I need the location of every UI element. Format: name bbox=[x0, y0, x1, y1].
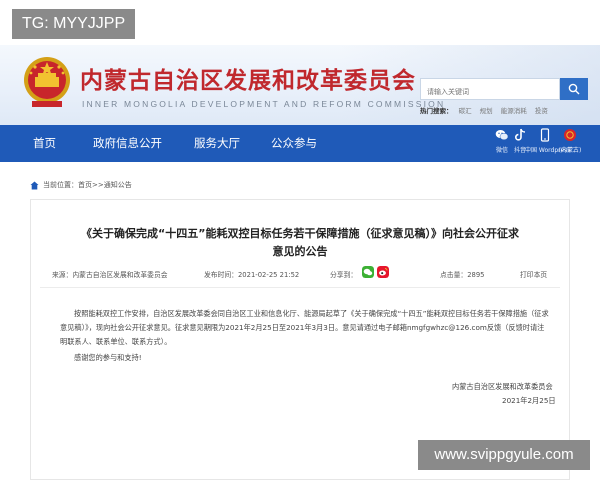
wechat-share-icon[interactable] bbox=[362, 266, 374, 278]
article-title: 《关于确保完成“十四五”能耗双控目标任务若干保障措施（征求意见稿）》向社会公开征… bbox=[30, 225, 570, 261]
views-value: 2895 bbox=[467, 271, 485, 279]
time-label: 发布时间： bbox=[204, 271, 238, 279]
search-field[interactable] bbox=[420, 78, 560, 102]
meta-divider bbox=[40, 287, 560, 288]
meta-time: 发布时间：2021-02-25 21:52 bbox=[204, 269, 299, 279]
nav-item-service-hall[interactable]: 服务大厅 bbox=[194, 125, 240, 162]
party-emblem-icon bbox=[564, 129, 576, 141]
watermark-top: TG: MYYJJPP bbox=[12, 9, 136, 39]
hot-word[interactable]: 规划 bbox=[480, 107, 493, 115]
mobile-icon bbox=[540, 128, 550, 142]
meta-source: 来源：内蒙古自治区发展和改革委员会 bbox=[52, 269, 168, 279]
social-party[interactable]: (内蒙古) bbox=[555, 128, 585, 154]
meta-views: 点击量：2895 bbox=[440, 269, 485, 279]
article-title-line1: 《关于确保完成“十四五”能耗双控目标任务若干保障措施（征求意见稿）》向社会公开征… bbox=[81, 227, 519, 240]
breadcrumb-current[interactable]: 通知公告 bbox=[104, 180, 132, 190]
article-paragraph-1: 按照能耗双控工作安排，自治区发展改革委会同自治区工业和信息化厅、能源局起草了《关… bbox=[60, 309, 549, 346]
hot-word[interactable]: 碳汇 bbox=[459, 107, 472, 115]
search-button[interactable] bbox=[560, 78, 588, 100]
views-label: 点击量： bbox=[440, 271, 468, 279]
nav-item-gov-info[interactable]: 政府信息公开 bbox=[93, 125, 162, 162]
print-link[interactable]: 打印本页 bbox=[520, 269, 547, 279]
watermark-bottom: www.svippgyule.com bbox=[418, 440, 590, 470]
search-icon bbox=[568, 83, 580, 95]
time-value: 2021-02-25 21:52 bbox=[237, 271, 300, 279]
article-paragraph-2: 感谢您的参与和支持! bbox=[74, 353, 142, 362]
source-label: 来源： bbox=[52, 271, 73, 279]
signature-org: 内蒙古自治区发展和改革委员会 bbox=[452, 382, 553, 391]
source-value: 内蒙古自治区发展和改革委员会 bbox=[72, 271, 168, 279]
breadcrumb-prefix: 当前位置： bbox=[43, 181, 78, 189]
nav-item-public-participation[interactable]: 公众参与 bbox=[271, 125, 317, 162]
hot-word[interactable]: 投资 bbox=[535, 107, 548, 115]
weibo-share-icon[interactable] bbox=[377, 266, 389, 278]
site-title[interactable]: 内蒙古自治区发展和改革委员会 bbox=[80, 61, 416, 95]
national-emblem-icon bbox=[24, 57, 70, 107]
site-title-english: INNER MONGOLIA DEVELOPMENT AND REFORM CO… bbox=[82, 99, 446, 109]
hot-search-label: 热门搜索： bbox=[420, 107, 453, 115]
social-label: (内蒙古) bbox=[558, 147, 582, 154]
hot-word[interactable]: 能源消耗 bbox=[501, 107, 527, 115]
home-icon bbox=[30, 181, 39, 189]
main-nav: 首页 政府信息公开 服务大厅 公众参与 微信 抖音 中国 Wordpress 二… bbox=[0, 125, 600, 162]
breadcrumb-home-link[interactable]: 首页 bbox=[78, 180, 92, 190]
hot-search: 热门搜索： 碳汇 规划 能源消耗 投资 bbox=[420, 105, 554, 115]
nav-item-home[interactable]: 首页 bbox=[33, 125, 56, 162]
breadcrumb: 当前位置： 首页 >> 通知公告 bbox=[30, 180, 132, 190]
breadcrumb-separator: >> bbox=[92, 181, 104, 189]
signature-date: 2021年2月25日 bbox=[502, 396, 556, 405]
share-label: 分享到： bbox=[330, 271, 358, 279]
article-title-line2: 意见的公告 bbox=[272, 245, 328, 258]
site-header: 内蒙古自治区发展和改革委员会 INNER MONGOLIA DEVELOPMEN… bbox=[0, 45, 600, 125]
search-input[interactable] bbox=[421, 82, 553, 102]
